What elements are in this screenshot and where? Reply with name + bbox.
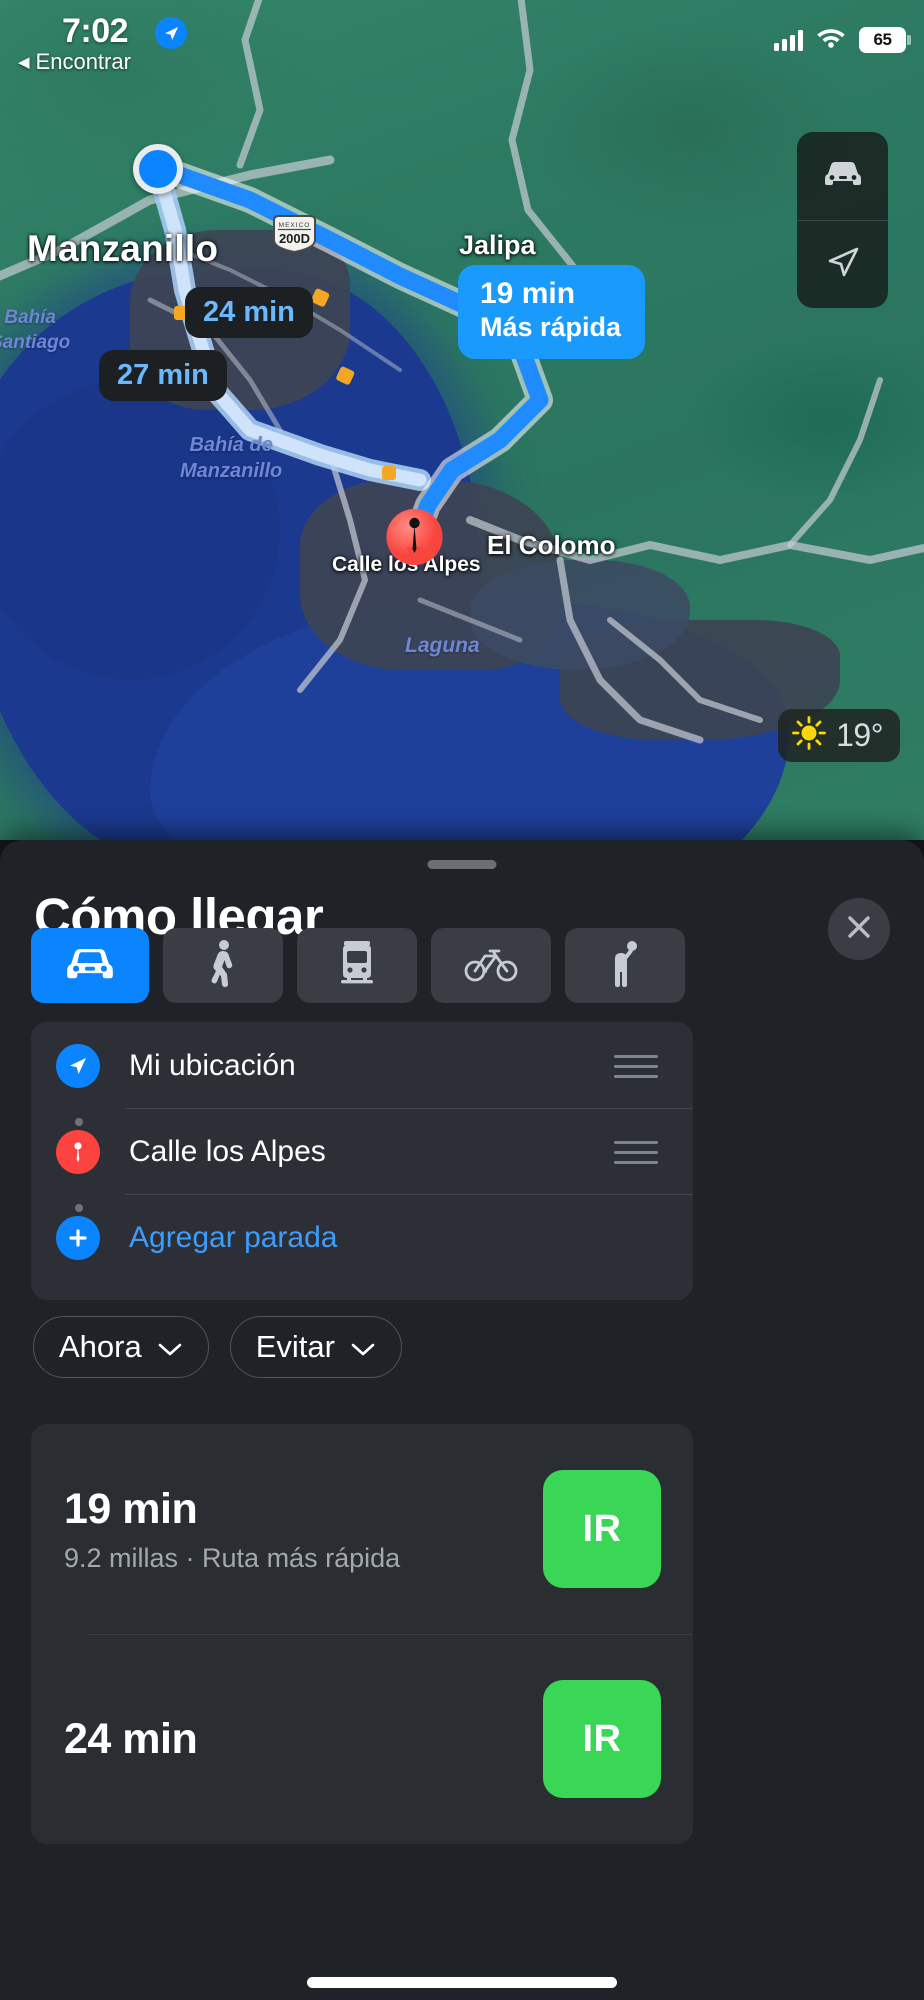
- reorder-handle[interactable]: [614, 1054, 658, 1078]
- map-label-bahia-santiago: Bahía Santiago: [0, 305, 70, 355]
- driving-conditions-button[interactable]: [797, 132, 888, 220]
- route-summary: 24 min: [64, 1714, 198, 1764]
- sun-icon: [791, 715, 827, 756]
- route-option-chips[interactable]: Ahora Evitar: [33, 1316, 402, 1378]
- go-button[interactable]: IR: [543, 1680, 661, 1798]
- destination-value: Calle los Alpes: [129, 1135, 326, 1168]
- home-indicator: [307, 1977, 617, 1988]
- user-location-dot: [133, 144, 183, 194]
- walk-icon: [206, 939, 240, 992]
- label-line: Santiago: [0, 332, 71, 353]
- battery-percent: 65: [873, 29, 892, 49]
- status-bar: 7:02 ◀ Encontrar 65: [0, 0, 924, 74]
- recenter-button[interactable]: [797, 219, 888, 309]
- avoid-options-chip[interactable]: Evitar: [229, 1316, 402, 1378]
- route-duration: 24 min: [64, 1714, 198, 1763]
- maps-app-screen: Bahía Santiago Bahía de Manzanillo Lagun…: [0, 0, 924, 2000]
- route-endpoints-card: Mi ubicación Calle los Alpes Agregar par…: [31, 1022, 693, 1300]
- route-callout-19min-selected[interactable]: 19 min Más rápida: [458, 265, 646, 359]
- map-pin-icon[interactable]: [386, 503, 443, 575]
- map-label-manzanillo: Manzanillo: [27, 228, 219, 269]
- navigation-arrow-icon: [155, 17, 187, 49]
- person-hailing-icon: [608, 939, 642, 992]
- tab-cycling[interactable]: [431, 928, 551, 1003]
- route-callout-27min[interactable]: 27 min: [99, 350, 227, 401]
- go-button[interactable]: IR: [543, 1470, 661, 1588]
- navigation-arrow-icon: [56, 1044, 100, 1088]
- navigation-arrow-icon: [822, 241, 864, 288]
- close-button[interactable]: [828, 898, 890, 960]
- callout-time: 19 min: [480, 277, 576, 310]
- battery-indicator: 65: [859, 26, 911, 53]
- back-label: Encontrar: [35, 49, 131, 74]
- train-icon: [337, 939, 377, 992]
- route-results-list: 19 min 9.2 millas · Ruta más rápida IR 2…: [31, 1424, 693, 1844]
- route-duration: 19 min: [64, 1484, 198, 1533]
- status-indicators: 65: [774, 26, 911, 53]
- weather-badge[interactable]: 19°: [778, 709, 900, 762]
- route-summary: 19 min 9.2 millas · Ruta más rápida: [64, 1485, 400, 1574]
- route-result-row[interactable]: 19 min 9.2 millas · Ruta más rápida IR: [31, 1424, 693, 1634]
- back-arrow-icon: ◀: [18, 53, 30, 71]
- departure-time-chip[interactable]: Ahora: [33, 1316, 209, 1378]
- map-pin-icon: [56, 1130, 100, 1174]
- transport-mode-tabs[interactable]: [31, 928, 685, 1003]
- label-line: Manzanillo: [180, 460, 283, 482]
- go-label: IR: [582, 1717, 622, 1760]
- route-callout-24min[interactable]: 24 min: [185, 287, 313, 338]
- map-controls-group[interactable]: [797, 132, 888, 308]
- callout-subtitle: Más rápida: [480, 311, 622, 342]
- wifi-icon: [816, 26, 846, 53]
- go-label: IR: [582, 1507, 622, 1550]
- avoid-label: Evitar: [255, 1329, 335, 1364]
- add-stop-button[interactable]: Agregar parada: [31, 1194, 693, 1282]
- weather-temperature: 19°: [836, 717, 883, 753]
- cellular-bars-icon: [774, 29, 803, 51]
- route-result-row[interactable]: 24 min IR: [31, 1634, 693, 1844]
- tab-ride-share[interactable]: [565, 928, 685, 1003]
- tab-driving[interactable]: [31, 928, 149, 1003]
- label-line: Bahía de: [189, 434, 273, 456]
- close-icon: [844, 912, 874, 947]
- bicycle-icon: [463, 943, 519, 988]
- map-label-el-colomo: El Colomo: [487, 530, 616, 560]
- shield-country-text: MEXICO: [279, 222, 311, 229]
- departure-time-label: Ahora: [59, 1329, 142, 1364]
- car-icon: [821, 158, 865, 193]
- add-stop-label: Agregar parada: [129, 1221, 338, 1254]
- map-label-jalipa: Jalipa: [459, 230, 536, 260]
- plus-icon: [56, 1216, 100, 1260]
- label-line: Bahía: [4, 307, 56, 328]
- map-canvas[interactable]: Bahía Santiago Bahía de Manzanillo Lagun…: [0, 0, 924, 840]
- chevron-down-icon: [350, 1329, 376, 1365]
- tab-walking[interactable]: [163, 928, 283, 1003]
- status-clock: 7:02: [62, 12, 129, 50]
- chevron-down-icon: [157, 1329, 183, 1365]
- sheet-drag-handle[interactable]: [427, 860, 497, 869]
- tab-transit[interactable]: [297, 928, 417, 1003]
- map-label-bahia-manzanillo: Bahía de Manzanillo: [180, 432, 282, 484]
- highway-shield-200d: MEXICO 200D: [271, 214, 318, 254]
- route-details: 9.2 millas · Ruta más rápida: [64, 1542, 401, 1573]
- back-to-encontrar-link[interactable]: ◀ Encontrar: [18, 49, 131, 75]
- shield-number-text: 200D: [279, 231, 310, 246]
- origin-value: Mi ubicación: [129, 1049, 296, 1082]
- field-origin[interactable]: Mi ubicación: [31, 1022, 693, 1110]
- field-destination[interactable]: Calle los Alpes: [31, 1108, 693, 1196]
- map-label-laguna: Laguna: [405, 634, 480, 657]
- reorder-handle[interactable]: [614, 1140, 658, 1164]
- car-icon: [62, 944, 118, 987]
